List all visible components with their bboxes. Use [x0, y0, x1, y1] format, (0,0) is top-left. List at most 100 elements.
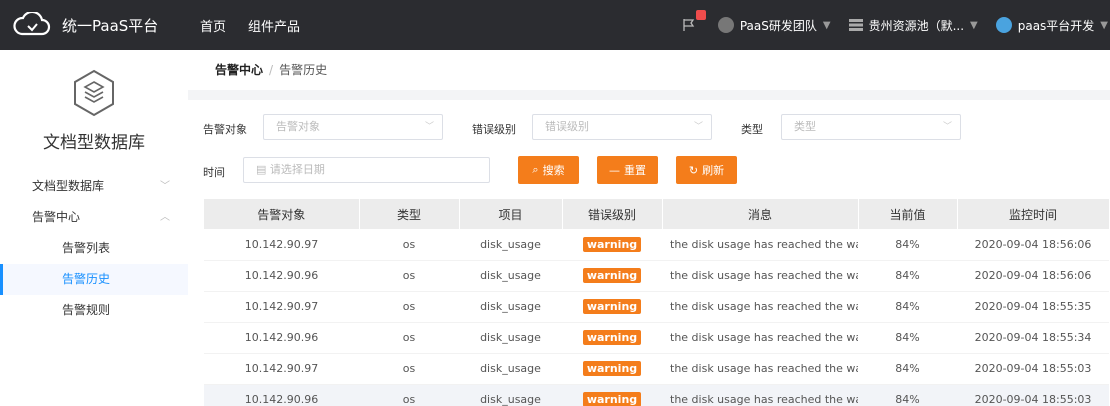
- sidebar-item-label: 告警规则: [62, 303, 111, 317]
- message-cell: the disk usage has reached the warn...: [662, 384, 858, 406]
- value-cell: 84%: [858, 322, 957, 354]
- value-cell: 84%: [858, 353, 957, 385]
- column-header[interactable]: 当前值: [858, 199, 958, 229]
- message-cell: the disk usage has reached the warn...: [662, 353, 858, 385]
- column-header[interactable]: 监控时间: [957, 199, 1110, 229]
- sidebar-item-label: 告警列表: [62, 241, 111, 255]
- target-cell: 10.142.90.96: [204, 384, 359, 406]
- notification-badge: [695, 10, 706, 20]
- search-label: 搜索: [542, 164, 565, 177]
- table-header-row: 告警对象 类型 项目 错误级别 消息 当前值 监控时间: [204, 199, 1110, 229]
- search-button[interactable]: ⌕ 搜索: [518, 156, 579, 184]
- chevron-down-icon: ﹀: [424, 122, 434, 132]
- level-cell: warning: [562, 384, 662, 406]
- cloud-logo-icon: [13, 12, 51, 36]
- sidebar-item-alert-center[interactable]: 告警中心 ︿: [0, 202, 188, 233]
- team-selector[interactable]: PaaS研发团队 ▼: [717, 17, 831, 34]
- value-cell: 84%: [858, 229, 957, 261]
- user-name: paas平台开发: [1017, 18, 1095, 33]
- top-right: PaaS研发团队 ▼ 贵州资源池（默... ▼ paas平台开发 ▼: [682, 0, 1110, 50]
- type-select[interactable]: 类型 ﹀: [781, 114, 961, 140]
- level-cell: warning: [562, 229, 662, 261]
- sidebar-menu: 文档型数据库 ﹀ 告警中心 ︿ 告警列表 告警历史 告警规则: [0, 171, 188, 326]
- flag-icon: [683, 19, 695, 31]
- status-badge: warning: [582, 330, 642, 345]
- status-badge: warning: [582, 392, 642, 406]
- status-badge: warning: [582, 268, 642, 283]
- search-icon: ⌕: [532, 163, 539, 176]
- reset-label: 重置: [624, 164, 646, 177]
- column-header[interactable]: 告警对象: [204, 199, 360, 229]
- alert-history-table: 告警对象 类型 项目 错误级别 消息 当前值 监控时间 10.142.90.97…: [204, 199, 1110, 406]
- top-bar: 统一PaaS平台 首页 组件产品 PaaS研发团队 ▼ 贵州资源池（默... ▼…: [0, 0, 1110, 50]
- target-cell: 10.142.90.97: [204, 229, 359, 261]
- nav-home[interactable]: 首页: [200, 16, 226, 35]
- type-cell: os: [359, 322, 459, 354]
- type-cell: os: [359, 260, 459, 292]
- reset-button[interactable]: — 重置: [597, 156, 658, 184]
- column-header[interactable]: 错误级别: [562, 199, 663, 229]
- breadcrumb-parent[interactable]: 告警中心: [215, 63, 263, 77]
- value-cell: 84%: [858, 291, 957, 323]
- sidebar-item-label: 文档型数据库: [32, 179, 105, 193]
- app-title: 统一PaaS平台: [62, 16, 159, 35]
- item-cell: disk_usage: [459, 322, 562, 354]
- table-row[interactable]: 10.142.90.96 os disk_usage warning the disk …: [204, 260, 1109, 292]
- table-row[interactable]: 10.142.90.97 os disk_usage warning the disk …: [204, 229, 1109, 261]
- resource-pool-icon: [848, 19, 863, 31]
- target-cell: 10.142.90.96: [204, 322, 359, 354]
- table-row[interactable]: 10.142.90.97 os disk_usage warning the disk …: [204, 353, 1109, 385]
- table-row[interactable]: 10.142.90.96 os disk_usage warning the disk …: [204, 384, 1109, 406]
- sidebar-item-alert-rules[interactable]: 告警规则: [0, 295, 188, 326]
- status-badge: warning: [582, 236, 642, 252]
- breadcrumb: 告警中心 / 告警历史: [188, 50, 1110, 90]
- sidebar-item-label: 告警历史: [62, 272, 111, 286]
- table-row[interactable]: 10.142.90.96 os disk_usage warning the disk …: [204, 322, 1109, 354]
- user-menu[interactable]: paas平台开发 ▼: [995, 17, 1108, 34]
- db-title: 文档型数据库: [43, 133, 145, 153]
- item-cell: disk_usage: [459, 260, 562, 292]
- table-row[interactable]: 10.142.90.97 os disk_usage warning the disk …: [204, 291, 1109, 323]
- target-cell: 10.142.90.97: [204, 353, 359, 385]
- message-cell: the disk usage has reached the warn...: [662, 322, 858, 354]
- refresh-icon: ↻: [688, 163, 699, 177]
- time-cell: 2020-09-04 18:55:03: [957, 384, 1109, 406]
- sidebar-item-alert-history[interactable]: 告警历史: [0, 264, 188, 295]
- level-label: 错误级别: [472, 123, 516, 136]
- refresh-label: 刷新: [702, 164, 725, 177]
- time-cell: 2020-09-04 18:55:34: [957, 322, 1109, 354]
- target-select[interactable]: 告警对象 ﹀: [263, 114, 443, 140]
- column-header[interactable]: 消息: [662, 199, 859, 229]
- nav-components[interactable]: 组件产品: [248, 16, 300, 35]
- status-badge: warning: [582, 299, 642, 314]
- resource-pool-name: 贵州资源池（默...: [868, 18, 965, 33]
- sidebar-item-alert-list[interactable]: 告警列表: [0, 233, 188, 264]
- resource-pool-selector[interactable]: 贵州资源池（默... ▼: [848, 17, 978, 34]
- column-header[interactable]: 类型: [359, 199, 460, 229]
- chevron-down-icon: ﹀: [693, 122, 703, 132]
- app-logo[interactable]: 统一PaaS平台: [12, 0, 158, 50]
- level-cell: warning: [562, 260, 662, 292]
- chevron-down-icon: ﹀: [942, 122, 952, 132]
- breadcrumb-separator: /: [269, 63, 274, 77]
- message-cell: the disk usage has reached the warn...: [662, 229, 858, 261]
- notification-button[interactable]: [682, 10, 706, 32]
- sidebar: 文档型数据库 文档型数据库 ﹀ 告警中心 ︿ 告警列表 告警历史 告警规则: [0, 50, 188, 406]
- filter-panel: 告警对象 告警对象 ﹀ 错误级别 错误级别 ﹀ 类型 类型 ﹀ 时间 ▤ 请选择…: [188, 100, 1110, 406]
- type-cell: os: [359, 353, 459, 385]
- sidebar-item-label: 告警中心: [32, 210, 81, 224]
- type-placeholder: 类型: [794, 120, 816, 133]
- type-cell: os: [359, 384, 459, 406]
- refresh-button[interactable]: ↻ 刷新: [676, 156, 737, 184]
- date-picker[interactable]: ▤ 请选择日期: [243, 157, 490, 183]
- column-header[interactable]: 项目: [459, 199, 563, 229]
- level-select[interactable]: 错误级别 ﹀: [532, 114, 712, 140]
- time-label: 时间: [203, 166, 225, 179]
- type-cell: os: [359, 229, 459, 261]
- level-cell: warning: [562, 353, 662, 385]
- type-label: 类型: [741, 123, 763, 136]
- sidebar-item-document-db[interactable]: 文档型数据库 ﹀: [0, 171, 188, 202]
- item-cell: disk_usage: [459, 384, 562, 406]
- chevron-down-icon: ﹀: [160, 181, 170, 192]
- time-cell: 2020-09-04 18:55:35: [957, 291, 1109, 323]
